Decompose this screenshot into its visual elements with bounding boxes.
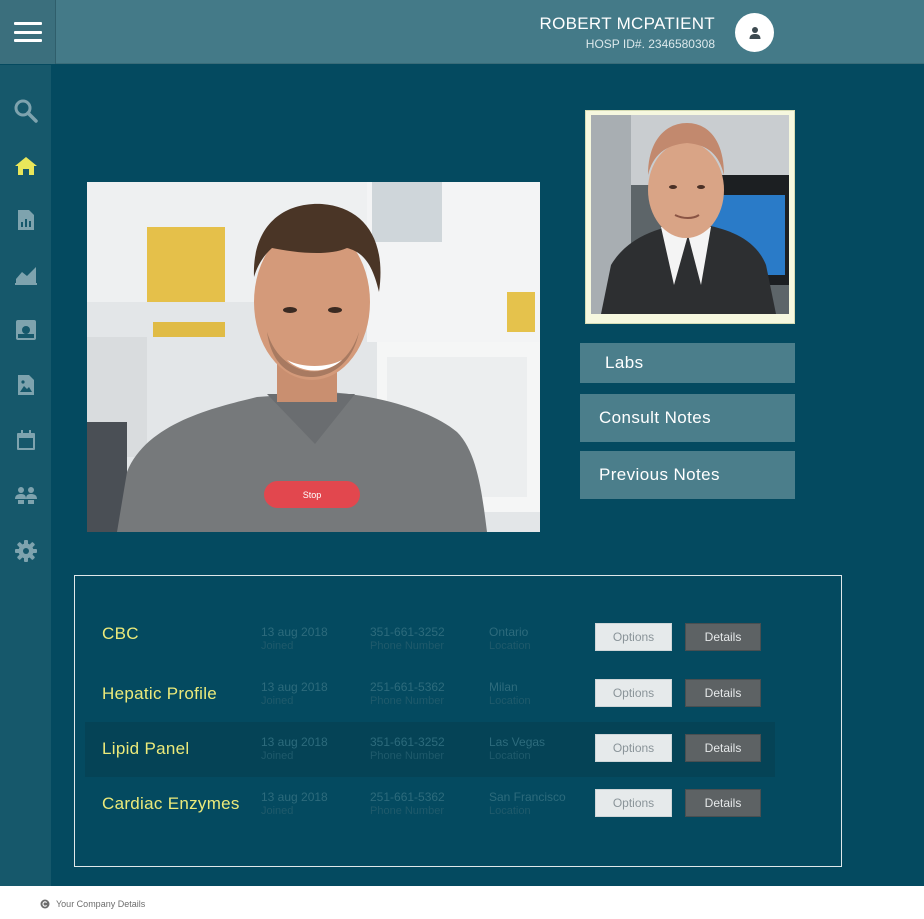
phone-label: Phone Number — [370, 640, 444, 652]
lab-row: Hepatic Profile 13 aug 2018 Joined 251-6… — [85, 667, 775, 722]
location-cell: Ontario Location — [489, 625, 531, 653]
phone-label: Phone Number — [370, 750, 444, 762]
search-icon — [14, 99, 38, 123]
patient-name: ROBERT MCPATIENT — [539, 14, 715, 33]
patient-video-feed: Stop — [87, 182, 540, 532]
location-cell: Las Vegas Location — [489, 735, 545, 763]
lab-row: Cardiac Enzymes 13 aug 2018 Joined 251-6… — [85, 777, 775, 832]
sidebar-nav — [0, 65, 51, 886]
labs-button[interactable]: Labs — [580, 343, 795, 383]
location-label: Location — [489, 640, 531, 652]
joined-cell: 13 aug 2018 Joined — [261, 735, 328, 763]
phone-cell: 251-661-5362 Phone Number — [370, 790, 445, 818]
location-value: Ontario — [489, 625, 529, 639]
hamburger-menu-icon — [13, 22, 42, 42]
options-button[interactable]: Options — [595, 679, 672, 707]
nav-monitor[interactable] — [12, 316, 40, 344]
nav-images[interactable] — [12, 371, 40, 399]
doctor-video-image — [591, 115, 789, 314]
lab-title: CBC — [102, 624, 139, 643]
hospital-id: HOSP ID#. 2346580308 — [585, 37, 715, 51]
location-label: Location — [489, 695, 531, 707]
joined-label: Joined — [261, 805, 294, 817]
gear-icon — [15, 540, 37, 562]
chart-icon — [15, 267, 37, 285]
stop-call-button[interactable]: Stop — [264, 481, 360, 508]
phone-label: Phone Number — [370, 805, 444, 817]
top-header: ROBERT MCPATIENT HOSP ID#. 2346580308 — [0, 0, 924, 64]
phone-number: 251-661-5362 — [370, 790, 445, 804]
lab-title: Hepatic Profile — [102, 684, 218, 703]
previous-notes-button[interactable]: Previous Notes — [580, 451, 795, 499]
phone-cell: 251-661-5362 Phone Number — [370, 680, 445, 708]
user-avatar-button[interactable] — [735, 13, 774, 52]
app-window: ROBERT MCPATIENT HOSP ID#. 2346580308 St… — [0, 0, 924, 886]
people-icon — [15, 487, 37, 504]
nav-home[interactable] — [12, 152, 40, 180]
options-button[interactable]: Options — [595, 623, 672, 651]
consult-notes-button[interactable]: Consult Notes — [580, 394, 795, 442]
details-button[interactable]: Details — [685, 734, 761, 762]
phone-cell: 351-661-3252 Phone Number — [370, 735, 445, 763]
joined-date: 13 aug 2018 — [261, 625, 328, 639]
joined-label: Joined — [261, 695, 294, 707]
home-icon — [15, 157, 37, 175]
location-label: Location — [489, 805, 531, 817]
lab-row: Lipid Panel 13 aug 2018 Joined 351-661-3… — [85, 722, 775, 777]
phone-number: 251-661-5362 — [370, 680, 445, 694]
details-button[interactable]: Details — [685, 679, 761, 707]
nav-analytics[interactable] — [12, 261, 40, 289]
details-button[interactable]: Details — [685, 623, 761, 651]
calendar-icon — [17, 430, 35, 450]
image-icon — [18, 375, 34, 395]
phone-number: 351-661-3252 — [370, 735, 445, 749]
lab-title: Lipid Panel — [102, 739, 190, 758]
location-value: Milan — [489, 680, 518, 694]
phone-label: Phone Number — [370, 695, 444, 707]
lab-row: CBC 13 aug 2018 Joined 351-661-3252 Phon… — [85, 612, 775, 667]
nav-calendar[interactable] — [12, 426, 40, 454]
location-label: Location — [489, 750, 531, 762]
options-button[interactable]: Options — [595, 734, 672, 762]
menu-button[interactable] — [0, 0, 56, 64]
joined-label: Joined — [261, 750, 294, 762]
nav-reports[interactable] — [12, 206, 40, 234]
location-value: Las Vegas — [489, 735, 546, 749]
joined-cell: 13 aug 2018 Joined — [261, 625, 328, 653]
user-icon — [749, 26, 760, 39]
lab-results-panel: CBC 13 aug 2018 Joined 351-661-3252 Phon… — [74, 575, 842, 867]
footer: Your Company Details — [40, 899, 145, 909]
location-cell: Milan Location — [489, 680, 531, 708]
patient-video-image — [87, 182, 540, 532]
monitor-icon — [16, 320, 36, 340]
lab-title: Cardiac Enzymes — [102, 794, 240, 813]
doctor-video-thumbnail — [585, 110, 795, 324]
joined-cell: 13 aug 2018 Joined — [261, 790, 328, 818]
doctor-video-frame — [591, 115, 789, 314]
report-icon — [18, 210, 34, 230]
options-button[interactable]: Options — [595, 789, 672, 817]
joined-cell: 13 aug 2018 Joined — [261, 680, 328, 708]
nav-people[interactable] — [12, 481, 40, 509]
joined-date: 13 aug 2018 — [261, 680, 328, 694]
joined-date: 13 aug 2018 — [261, 790, 328, 804]
details-button[interactable]: Details — [685, 789, 761, 817]
nav-search[interactable] — [12, 97, 40, 125]
phone-number: 351-661-3252 — [370, 625, 445, 639]
phone-cell: 351-661-3252 Phone Number — [370, 625, 445, 653]
joined-date: 13 aug 2018 — [261, 735, 328, 749]
nav-settings[interactable] — [12, 537, 40, 565]
location-value: San Francisco — [489, 790, 566, 804]
joined-label: Joined — [261, 640, 294, 652]
location-cell: San Francisco Location — [489, 790, 566, 818]
copyright-icon — [40, 899, 50, 909]
footer-company-details[interactable]: Your Company Details — [56, 899, 145, 909]
